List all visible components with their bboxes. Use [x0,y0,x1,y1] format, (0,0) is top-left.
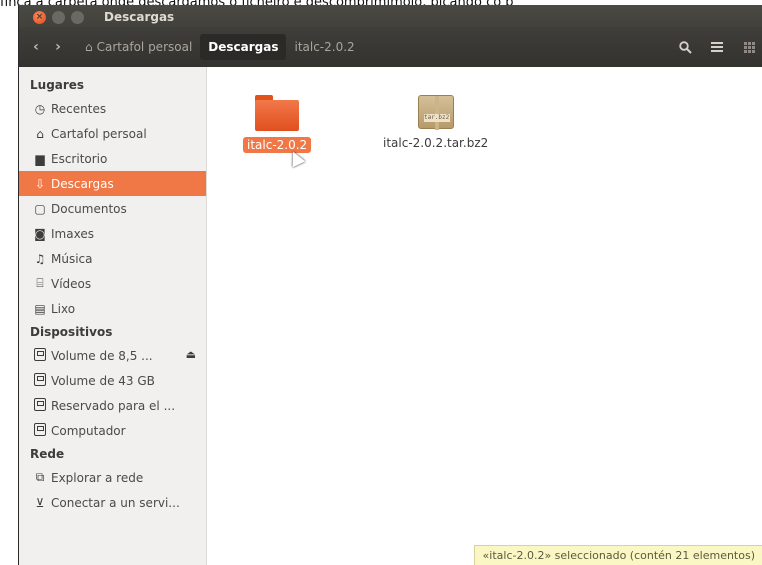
sidebar-item-conectar-servidor[interactable]: ⊻ Conectar a un servi... [19,490,206,515]
sidebar-item-documentos[interactable]: ▢ Documentos [19,196,206,221]
title-row: × Descargas [19,7,762,27]
sidebar-item-reservado[interactable]: Reservado para el ... [19,393,206,418]
status-bar: «italc-2.0.2» seleccionado (contén 21 el… [473,545,762,565]
sidebar-item-label: Recentes [51,101,107,116]
breadcrumb-descargas[interactable]: Descargas [200,34,287,60]
home-icon: ⌂ [85,40,93,54]
chevron-left-icon: ‹ [33,39,39,55]
sidebar-item-label: Descargas [51,176,114,191]
breadcrumb-label: Cartafol persoal [96,40,193,54]
section-title-devices: Dispositivos [30,325,113,339]
document-icon: ▢ [34,201,46,216]
file-view: italc-2.0.2 tar.bz2 italc-2.0.2.tar.bz2 … [207,67,762,565]
archive-badge: tar.bz2 [423,114,450,122]
drive-icon [32,397,48,414]
sidebar-item-escritorio[interactable]: ▆ Escritorio [19,146,206,171]
search-button[interactable] [672,34,698,60]
list-view-button[interactable] [704,34,730,60]
sidebar-item-label: Imaxes [51,226,94,241]
back-button[interactable]: ‹ [25,35,47,59]
forward-button[interactable]: › [47,35,69,59]
sidebar-item-musica[interactable]: ♫ Música [19,246,206,271]
sidebar-item-label: Vídeos [51,276,92,291]
sidebar-item-label: Explorar a rede [51,470,144,485]
file-item-folder[interactable]: italc-2.0.2 [243,95,312,153]
minimize-window-icon[interactable] [52,10,65,24]
folder-icon [255,95,300,131]
search-icon [678,40,692,54]
archive-icon: tar.bz2 [417,95,454,130]
drive-icon [32,372,48,389]
sidebar-item-imaxes[interactable]: ◙ Imaxes [19,221,206,246]
sidebar-item-volume-43gb[interactable]: Volume de 43 GB [19,368,206,393]
sidebar-item-lixo[interactable]: ▤ Lixo [19,296,206,321]
sidebar-item-label: Volume de 43 GB [51,373,155,388]
sidebar-item-label: Música [51,251,93,266]
window-title: Descargas [104,10,175,24]
file-item-archive[interactable]: tar.bz2 italc-2.0.2.tar.bz2 [379,95,492,151]
sidebar-item-computador[interactable]: Computador [19,418,206,443]
sidebar-item-label: Lixo [51,301,76,316]
sidebar-item-label: Computador [51,423,126,438]
music-icon: ♫ [34,251,46,266]
sidebar-item-cartafol-persoal[interactable]: ⌂ Cartafol persoal [19,121,206,146]
toolbar-right [666,34,762,60]
breadcrumb-home[interactable]: ⌂ Cartafol persoal [77,34,200,60]
sidebar: Lugares ◷ Recentes ⌂ Cartafol persoal ▆ … [19,67,207,565]
sidebar-item-explorar-rede[interactable]: ⧉ Explorar a rede [19,465,206,490]
grid-icon [743,41,755,53]
sidebar-item-label: Conectar a un servi... [51,495,180,510]
file-name: italc-2.0.2 [243,137,312,153]
sidebar-item-label: Reservado para el ... [51,398,176,413]
sidebar-item-label: Escritorio [51,151,108,166]
film-icon: ⌸ [36,276,44,290]
file-name: italc-2.0.2.tar.bz2 [383,136,489,150]
drive-icon [32,347,48,364]
sidebar-item-videos[interactable]: ⌸ Vídeos [19,271,206,296]
sidebar-item-label: Volume de 8,5 ... [51,348,153,363]
sidebar-item-label: Documentos [51,201,127,216]
desktop-icon: ▆ [35,151,45,166]
section-title-places: Lugares [30,78,85,92]
network-icon: ⧉ [35,470,45,484]
close-window-icon[interactable]: × [33,10,46,24]
sidebar-item-descargas[interactable]: ⇩ Descargas [19,171,206,196]
breadcrumb-italc[interactable]: italc-2.0.2 [286,34,362,60]
home-icon: ⌂ [36,126,44,141]
drive-icon [32,422,48,439]
maximize-window-icon[interactable] [71,10,84,24]
list-icon [711,42,723,52]
section-title-network: Rede [30,447,65,461]
clock-icon: ◷ [34,101,46,116]
sidebar-item-volume-8-5[interactable]: Volume de 8,5 ... ⏏ [19,343,206,368]
download-icon: ⇩ [34,176,46,191]
grid-view-button[interactable] [736,34,762,60]
trash-icon: ▤ [34,301,46,316]
file-manager-window: × Descargas ‹ › ⌂ Cartafol persoal Desca… [18,5,762,565]
sidebar-item-recentes[interactable]: ◷ Recentes [19,96,206,121]
camera-icon: ◙ [34,226,46,241]
server-icon: ⊻ [35,495,45,510]
eject-icon[interactable]: ⏏ [186,348,196,361]
toolbar: ‹ › ⌂ Cartafol persoal Descargas italc-2… [19,27,762,67]
sidebar-item-label: Cartafol persoal [51,126,147,141]
chevron-right-icon: › [55,39,61,55]
